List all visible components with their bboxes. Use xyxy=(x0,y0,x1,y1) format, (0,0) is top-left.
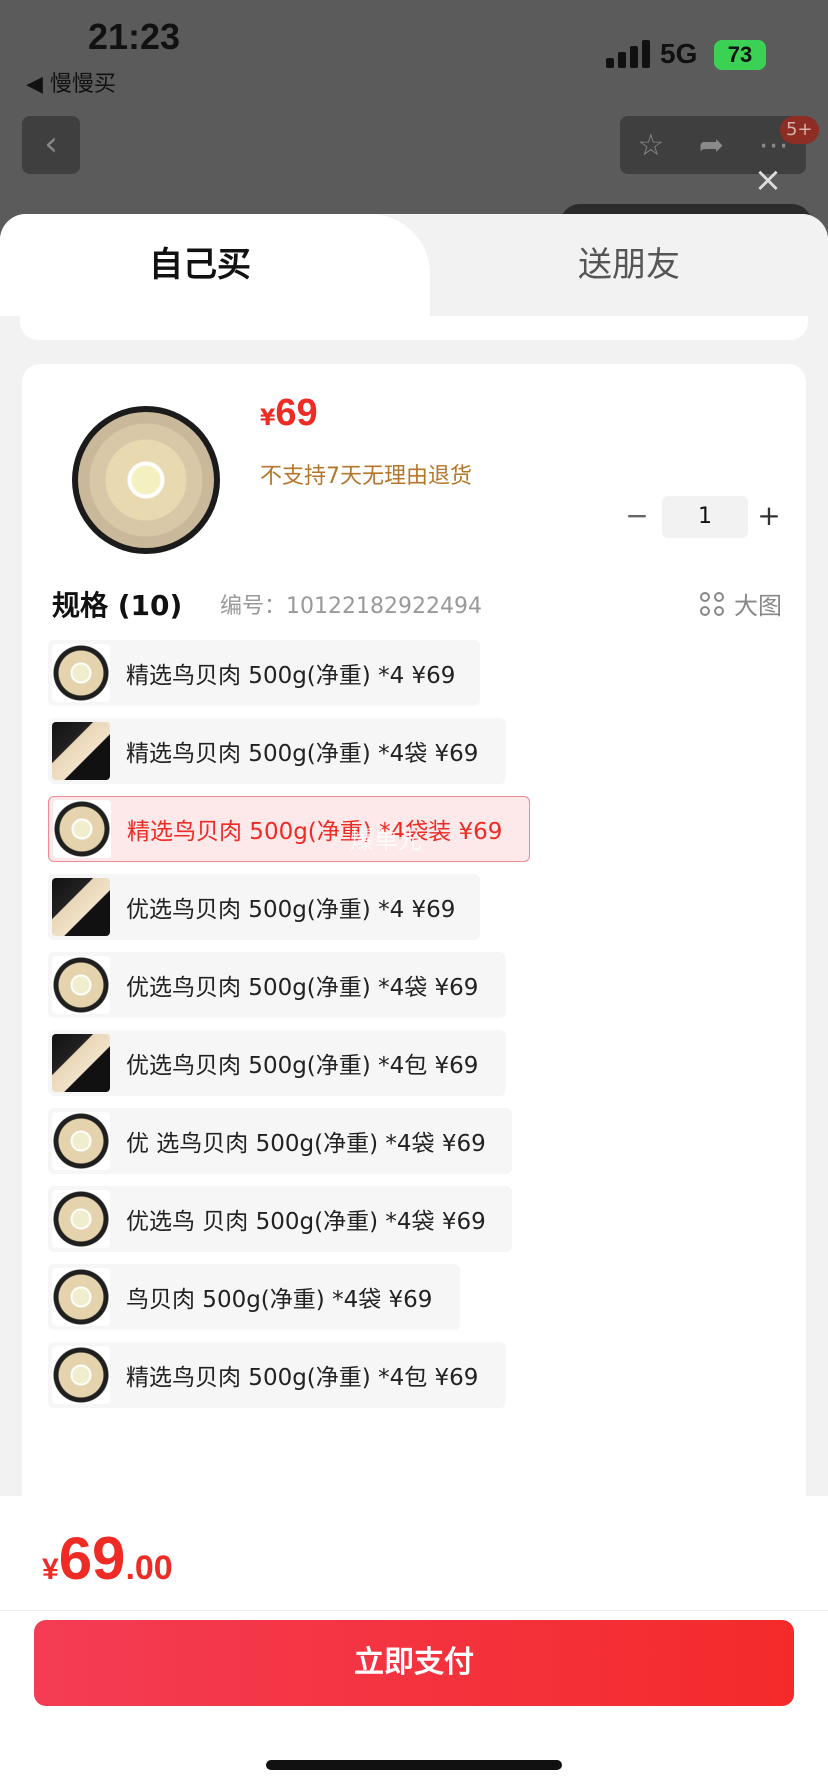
option-thumbnail xyxy=(52,1268,110,1326)
pay-now-button[interactable]: 立即支付 xyxy=(34,1620,794,1706)
back-to-app-link[interactable]: ◀ 慢慢买 xyxy=(26,66,116,98)
spec-option[interactable]: 精选鸟贝肉 500g(净重) *4袋 ¥69 xyxy=(48,718,506,784)
spec-header: 规格 (10) 编号：10122182922494 大图 xyxy=(52,584,782,624)
home-indicator xyxy=(266,1760,562,1770)
option-thumbnail xyxy=(53,800,111,858)
spec-option[interactable]: 优 选鸟贝肉 500g(净重) *4袋 ¥69 xyxy=(48,1108,512,1174)
spec-option[interactable]: 精选鸟贝肉 500g(净重) *4包 ¥69 xyxy=(48,1342,506,1408)
spec-title: 规格 (10) xyxy=(52,589,183,622)
share-icon[interactable]: ➦ xyxy=(699,128,724,163)
total-price: ¥69.00 xyxy=(42,1525,173,1592)
quantity-input[interactable]: 1 xyxy=(662,496,748,538)
option-thumbnail xyxy=(52,1190,110,1248)
spec-option-selected[interactable]: 精选鸟贝肉 500g(净重) *4袋装 ¥69 xyxy=(48,796,530,862)
product-code: 编号：10122182922494 xyxy=(220,594,482,619)
quantity-stepper: − 1 + xyxy=(602,496,782,540)
option-label: 优选鸟贝肉 500g(净重) *4袋 ¥69 xyxy=(126,975,479,1001)
option-label: 优 选鸟贝肉 500g(净重) *4袋 ¥69 xyxy=(126,1131,486,1157)
product-card: ¥69 不支持7天无理由退货 − 1 + 规格 (10) 编号：10122182… xyxy=(22,364,806,1664)
tab-panel-edge xyxy=(20,316,808,340)
option-label: 精选鸟贝肉 500g(净重) *4包 ¥69 xyxy=(126,1365,479,1391)
close-icon[interactable]: × xyxy=(752,163,784,197)
option-label: 精选鸟贝肉 500g(净重) *4袋装 ¥69 xyxy=(127,819,503,845)
spec-option[interactable]: 鸟贝肉 500g(净重) *4袋 ¥69 xyxy=(48,1264,460,1330)
option-thumbnail xyxy=(52,722,110,780)
battery-level: 73 xyxy=(727,42,753,67)
option-thumbnail xyxy=(52,1346,110,1404)
spec-option[interactable]: 精选鸟贝肉 500g(净重) *4 ¥69 xyxy=(48,640,480,706)
spec-option[interactable]: 优选鸟贝肉 500g(净重) *4袋 ¥69 xyxy=(48,952,506,1018)
spec-option[interactable]: 优选鸟 贝肉 500g(净重) *4袋 ¥69 xyxy=(48,1186,512,1252)
option-label: 优选鸟 贝肉 500g(净重) *4袋 ¥69 xyxy=(126,1209,486,1235)
notification-badge: 5+ xyxy=(780,116,819,144)
quantity-plus-button[interactable]: + xyxy=(754,496,784,540)
option-thumbnail xyxy=(52,1034,110,1092)
big-image-toggle[interactable]: 大图 xyxy=(700,586,782,621)
option-label: 精选鸟贝肉 500g(净重) *4袋 ¥69 xyxy=(126,741,479,767)
status-time: 21:23 xyxy=(88,16,181,57)
divider xyxy=(0,1610,828,1611)
option-thumbnail xyxy=(52,878,110,936)
back-button[interactable]: ‹ xyxy=(22,116,80,174)
checkout-footer: ¥69.00 立即支付 xyxy=(0,1496,828,1792)
battery-icon: 73 xyxy=(714,40,766,70)
watermark: 爆单光 xyxy=(350,826,422,854)
product-image[interactable] xyxy=(72,406,220,554)
tab-buy-self[interactable]: 自己买 xyxy=(0,214,430,316)
option-thumbnail xyxy=(52,956,110,1014)
grid-icon xyxy=(700,592,726,618)
status-bar: 21:23 ◀ 慢慢买 5G 73 xyxy=(0,0,828,100)
quantity-minus-button[interactable]: − xyxy=(622,496,652,540)
option-thumbnail xyxy=(52,1112,110,1170)
option-label: 优选鸟贝肉 500g(净重) *4 ¥69 xyxy=(126,897,456,923)
spec-option[interactable]: 优选鸟贝肉 500g(净重) *4包 ¥69 xyxy=(48,1030,506,1096)
signal-icon xyxy=(606,40,650,68)
option-label: 精选鸟贝肉 500g(净重) *4 ¥69 xyxy=(126,663,456,689)
option-label: 优选鸟贝肉 500g(净重) *4包 ¥69 xyxy=(126,1053,479,1079)
option-label: 鸟贝肉 500g(净重) *4袋 ¥69 xyxy=(126,1287,433,1313)
option-thumbnail xyxy=(52,644,110,702)
spec-option[interactable]: 优选鸟贝肉 500g(净重) *4 ¥69 xyxy=(48,874,480,940)
tab-gift-friend[interactable]: 送朋友 xyxy=(430,214,828,316)
no-return-notice: 不支持7天无理由退货 xyxy=(260,464,472,489)
tab-bar: 自己买 送朋友 xyxy=(0,214,828,316)
network-type: 5G xyxy=(660,38,698,69)
favorite-icon[interactable]: ☆ xyxy=(637,128,664,163)
product-price: ¥69 xyxy=(260,392,318,434)
big-image-label: 大图 xyxy=(734,592,782,620)
